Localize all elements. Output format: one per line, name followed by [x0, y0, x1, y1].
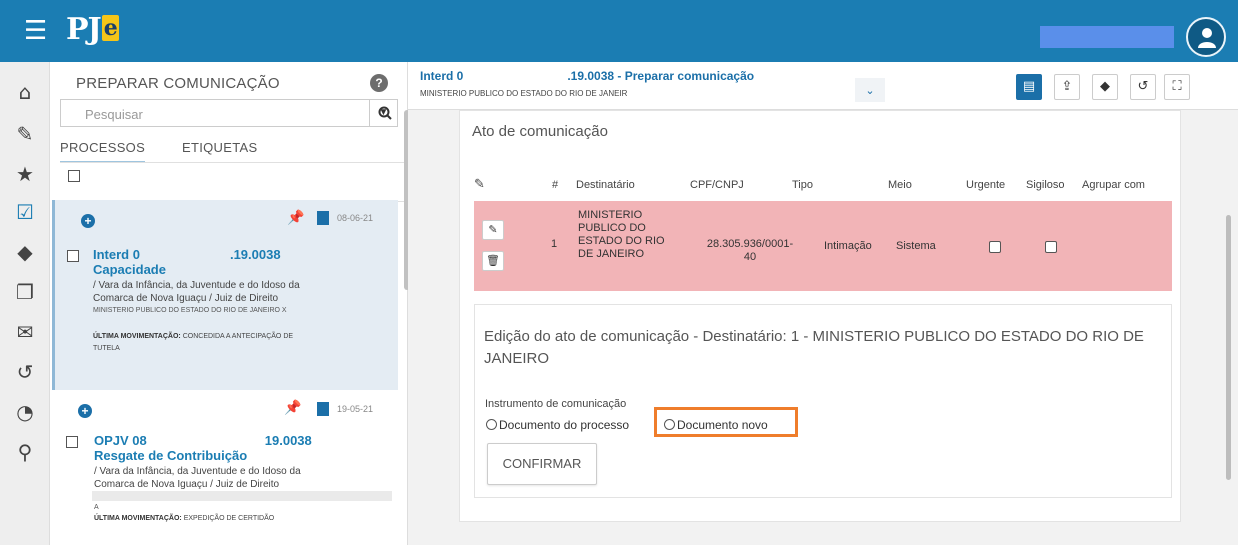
process-number[interactable]: Interd 0.19.0038: [93, 247, 281, 262]
process-card[interactable]: + 📌 19-05-21 OPJV 08 19.0038 Resgate de C…: [52, 392, 398, 545]
document-view-icon[interactable]: ▤: [1016, 74, 1042, 100]
process-desc-line2: Comarca de Nova Iguaçu / Juiz de Direito: [94, 479, 280, 490]
expand-icon[interactable]: +: [81, 214, 95, 228]
hamburger-menu-icon[interactable]: ☰: [24, 18, 47, 44]
user-name-redacted: [1040, 26, 1174, 48]
process-card[interactable]: + 📌 08-06-21 Interd 0.19.0038 Capacidade…: [52, 200, 398, 390]
pencil-column-icon: ✎: [474, 177, 485, 192]
envelope-icon[interactable]: ✉: [13, 320, 37, 344]
row-cpf-cnpj: 28.305.936/0001- 40: [706, 238, 794, 263]
card-date: 19-05-21: [337, 404, 374, 414]
edit-title: Edição do ato de comunicação - Destinatá…: [484, 328, 1144, 367]
card-checkbox[interactable]: [66, 436, 78, 448]
pje-logo[interactable]: PJ e: [66, 12, 119, 47]
process-parties: MINISTERIO PUBLICO DO ESTADO DO RIO DE J…: [93, 307, 287, 314]
select-all-checkbox[interactable]: [68, 170, 80, 182]
instrument-label: Instrumento de comunicação: [485, 398, 627, 410]
urgente-checkbox[interactable]: [989, 241, 1001, 253]
row-meio: Sistema: [896, 240, 936, 252]
col-agrupar: Agrupar com: [1082, 179, 1145, 191]
edit-row-button[interactable]: ✎: [482, 220, 504, 240]
process-number[interactable]: OPJV 08 19.0038: [94, 433, 312, 448]
pie-chart-icon[interactable]: ◔: [13, 400, 37, 424]
col-cpf-cnpj: CPF/CNPJ: [690, 179, 744, 191]
process-desc-line1: / Vara da Infância, da Juventude e do Id…: [93, 280, 300, 291]
confirm-button[interactable]: CONFIRMAR: [487, 443, 597, 485]
home-icon[interactable]: ⌂: [13, 80, 37, 104]
expand-icon[interactable]: +: [78, 404, 92, 418]
history-icon[interactable]: ↺: [1130, 74, 1156, 100]
select-all-row: [60, 162, 406, 202]
panel-title: PREPARAR COMUNICAÇÃO: [76, 75, 280, 92]
process-title: Interd 0.19.0038 - Preparar comunicação: [420, 69, 755, 83]
search-input[interactable]: Pesquisar: [60, 99, 370, 127]
process-parties: A: [94, 504, 99, 511]
process-desc-line1: / Vara da Infância, da Juventude e do Id…: [94, 466, 301, 477]
tab-processos[interactable]: PROCESSOS: [60, 140, 146, 163]
last-movement: ÚLTIMA MOVIMENTAÇÃO: EXPEDIÇÃO DE CERTID…: [94, 515, 275, 522]
history-icon[interactable]: ↺: [13, 360, 37, 384]
checkbox-icon[interactable]: ☑: [13, 200, 37, 224]
col-meio: Meio: [888, 179, 912, 191]
col-sigiloso: Sigiloso: [1026, 179, 1065, 191]
tab-etiquetas[interactable]: ETIQUETAS: [182, 140, 257, 155]
row-tipo: Intimação: [824, 240, 872, 252]
process-subtitle: MINISTERIO PUBLICO DO ESTADO DO RIO DE J…: [420, 89, 628, 98]
radio-documento-processo[interactable]: Documento do processo: [486, 418, 629, 432]
col-number: #: [552, 179, 559, 191]
copy-icon[interactable]: ❐: [13, 280, 37, 304]
tag-icon[interactable]: ◆: [1092, 74, 1118, 100]
delete-row-button[interactable]: 🗑: [482, 251, 504, 271]
process-desc-line2: Comarca de Nova Iguaçu / Juiz de Direito: [93, 293, 279, 304]
last-movement: ÚLTIMA MOVIMENTAÇÃO: CONCEDIDA A ANTECIP…: [93, 333, 294, 352]
row-destinatario: MINISTERIO PUBLICO DO ESTADO DO RIO DE JANE…: [578, 209, 665, 260]
process-class[interactable]: Capacidade: [93, 262, 166, 277]
left-navigation: ⌂ ✎ ★ ☑ ◆ ❐ ✉ ↺ ◔ ⚲: [0, 62, 50, 545]
radio-icon[interactable]: [486, 419, 497, 430]
main-scrollbar[interactable]: [1226, 215, 1231, 480]
pin-icon[interactable]: 📌: [284, 400, 301, 416]
row-number: 1: [551, 238, 558, 250]
pin-icon[interactable]: 📌: [287, 210, 304, 226]
sigiloso-checkbox[interactable]: [1045, 241, 1057, 253]
help-icon[interactable]: ?: [370, 74, 388, 92]
pencil-icon[interactable]: ✎: [13, 122, 37, 146]
redacted-parties: [92, 491, 392, 501]
tags-icon[interactable]: ◆: [13, 240, 37, 264]
document-icon[interactable]: [317, 211, 329, 225]
fullscreen-icon[interactable]: ⛶: [1164, 74, 1190, 100]
search-icon[interactable]: ⚲: [13, 440, 37, 464]
search-button-icon[interactable]: [378, 106, 392, 120]
star-icon[interactable]: ★: [13, 162, 37, 186]
user-avatar-icon[interactable]: [1186, 17, 1226, 57]
col-urgente: Urgente: [966, 179, 1006, 191]
document-icon[interactable]: [317, 402, 329, 416]
col-tipo: Tipo: [792, 179, 813, 191]
top-bar: ☰ PJ e: [0, 0, 1238, 62]
process-header: Interd 0.19.0038 - Preparar comunicação …: [408, 62, 1238, 110]
card-date: 08-06-21: [337, 213, 374, 223]
section-title: Ato de comunicação: [472, 123, 608, 140]
card-checkbox[interactable]: [67, 250, 79, 262]
share-icon[interactable]: ⇪: [1054, 74, 1080, 100]
highlight-box: [654, 407, 798, 437]
col-destinatario: Destinatário: [576, 179, 635, 191]
process-details-dropdown[interactable]: ⌄: [855, 78, 885, 102]
process-class[interactable]: Resgate de Contribuição: [94, 448, 247, 463]
